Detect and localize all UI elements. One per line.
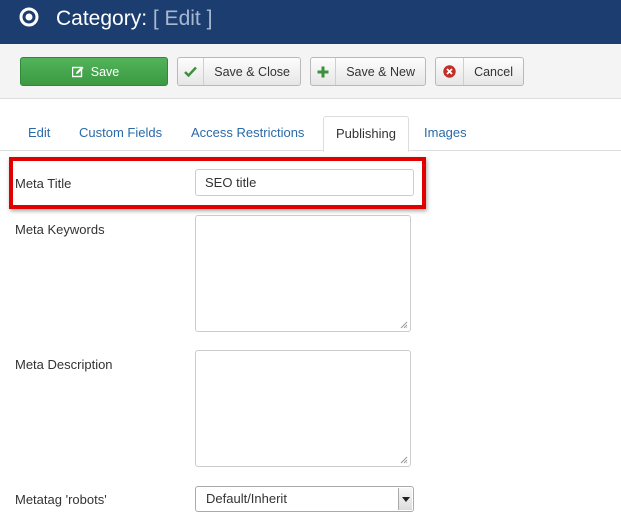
tab-publishing[interactable]: Publishing — [323, 116, 409, 152]
tab-images[interactable]: Images — [424, 116, 467, 151]
page-title-text: Category: — [56, 7, 148, 30]
robots-select[interactable]: Default/Inherit — [195, 486, 414, 512]
cancel-button-label: Cancel — [474, 64, 513, 79]
resize-grip-icon[interactable] — [400, 456, 408, 464]
resize-grip-icon[interactable] — [400, 321, 408, 329]
save-close-button-label: Save & Close — [214, 64, 290, 79]
highlight-box — [9, 157, 426, 209]
save-button-label: Save — [90, 64, 120, 79]
target-icon — [19, 7, 39, 27]
save-button[interactable]: Save — [20, 57, 168, 86]
meta-keywords-textarea[interactable] — [195, 215, 411, 332]
meta-keywords-label: Meta Keywords — [15, 222, 105, 237]
page-header: Category: [ Edit ] — [0, 0, 621, 44]
toolbar: Save Save & Close Save & New Cancel — [0, 44, 621, 99]
cancel-button[interactable]: Cancel — [435, 57, 524, 86]
plus-icon — [311, 58, 337, 85]
robots-selected-value: Default/Inherit — [206, 491, 287, 506]
chevron-down-icon[interactable] — [398, 488, 412, 510]
tab-custom-fields[interactable]: Custom Fields — [79, 116, 162, 151]
tab-edit[interactable]: Edit — [28, 116, 50, 151]
meta-description-label: Meta Description — [15, 357, 113, 372]
edit-icon — [69, 58, 87, 85]
save-new-button-label: Save & New — [346, 64, 415, 79]
check-icon — [178, 58, 205, 85]
page-title: Category: [ Edit ] — [56, 6, 212, 32]
robots-label: Metatag 'robots' — [15, 492, 107, 507]
tab-access-restrictions[interactable]: Access Restrictions — [191, 116, 304, 151]
page-title-mode: [ Edit ] — [152, 7, 213, 30]
meta-description-textarea[interactable] — [195, 350, 411, 467]
tab-bar: Edit Custom Fields Access Restrictions P… — [0, 116, 621, 152]
save-close-button[interactable]: Save & Close — [177, 57, 301, 86]
cancel-circle-icon — [436, 58, 465, 85]
save-new-button[interactable]: Save & New — [310, 57, 426, 86]
